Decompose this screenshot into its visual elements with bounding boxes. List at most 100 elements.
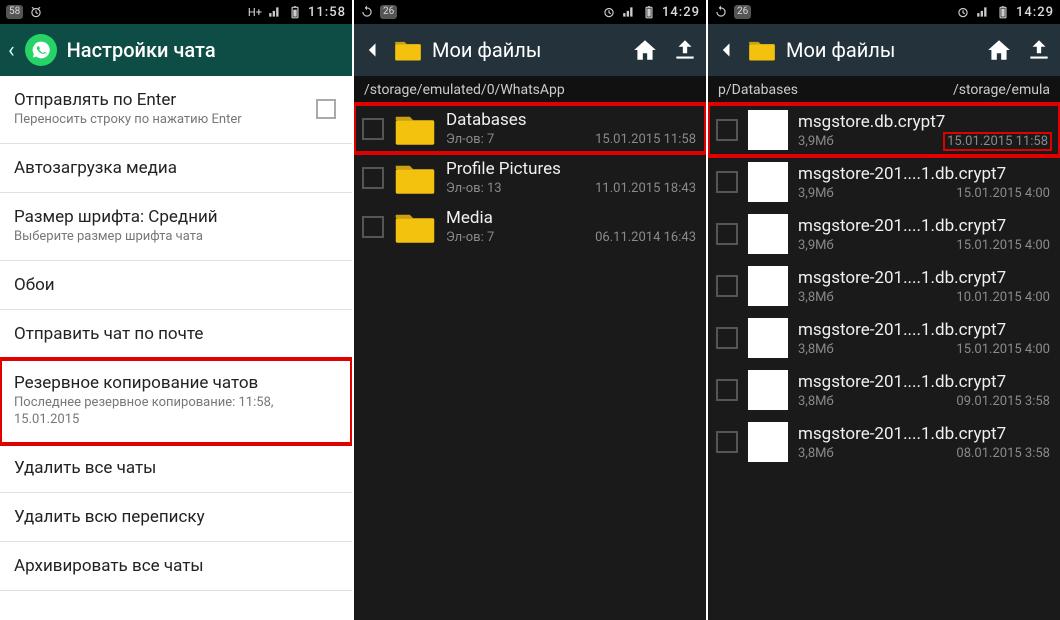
setting-title: Архивировать все чаты	[14, 556, 336, 576]
file-name: msgstore.db.crypt7	[798, 112, 1050, 132]
checkbox[interactable]	[316, 99, 336, 119]
setting-item[interactable]: Удалить всю переписку	[0, 493, 352, 542]
file-name: Media	[446, 208, 696, 228]
alarm-icon	[29, 5, 43, 19]
checkbox[interactable]	[362, 118, 384, 140]
back-icon[interactable]: ‹	[8, 38, 15, 63]
setting-title: Размер шрифта: Средний	[14, 207, 336, 227]
file-sub: 3,8Мб	[798, 394, 834, 409]
breadcrumb-right: /storage/emula	[953, 82, 1050, 98]
file-row[interactable]: msgstore-201....1.db.crypt73,8Мб10.01.20…	[708, 260, 1060, 312]
alarm-icon	[602, 5, 616, 19]
checkbox[interactable]	[362, 216, 384, 238]
file-name: msgstore-201....1.db.crypt7	[798, 268, 1050, 288]
file-icon	[748, 422, 788, 462]
battery-icon	[642, 5, 656, 19]
file-icon	[748, 214, 788, 254]
setting-item[interactable]: Удалить все чаты	[0, 444, 352, 493]
file-date: 15.01.2015 4:00	[956, 238, 1050, 253]
setting-item[interactable]: Автозагрузка медиа	[0, 144, 352, 193]
app-header: Мои файлы	[354, 24, 706, 76]
file-date: 15.01.2015 4:00	[956, 186, 1050, 201]
setting-title: Резервное копирование чатов	[14, 373, 336, 393]
settings-list: Отправлять по EnterПереносить строку по …	[0, 76, 352, 591]
file-name: msgstore-201....1.db.crypt7	[798, 372, 1050, 392]
checkbox[interactable]	[716, 431, 738, 453]
clock: 14:29	[662, 5, 700, 20]
setting-title: Удалить все чаты	[14, 458, 336, 478]
file-sub: 3,9Мб	[798, 186, 834, 201]
setting-title: Автозагрузка медиа	[14, 158, 336, 178]
file-list: msgstore.db.crypt73,9Мб15.01.2015 11:58m…	[708, 104, 1060, 468]
file-icon	[748, 318, 788, 358]
checkbox[interactable]	[716, 171, 738, 193]
signal-icon	[622, 5, 636, 19]
breadcrumb[interactable]: /storage/emulated/0/WhatsApp	[354, 76, 706, 104]
checkbox[interactable]	[716, 327, 738, 349]
alarm-icon	[956, 5, 970, 19]
clock: 14:29	[1016, 5, 1054, 20]
signal-icon	[976, 5, 990, 19]
setting-item[interactable]: Архивировать все чаты	[0, 542, 352, 591]
file-date: 06.11.2014 16:43	[595, 230, 696, 245]
file-icon	[748, 110, 788, 150]
battery-icon	[996, 5, 1010, 19]
file-row[interactable]: msgstore-201....1.db.crypt73,9Мб15.01.20…	[708, 208, 1060, 260]
setting-subtitle: Выберите размер шрифта чата	[14, 229, 336, 246]
home-icon[interactable]	[632, 37, 658, 63]
breadcrumb-left: p/Databases	[718, 82, 838, 98]
upload-icon[interactable]	[672, 37, 698, 63]
file-name: msgstore-201....1.db.crypt7	[798, 164, 1050, 184]
file-row[interactable]: msgstore-201....1.db.crypt73,8Мб08.01.20…	[708, 416, 1060, 468]
checkbox[interactable]	[716, 119, 738, 141]
file-sub: 3,8Мб	[798, 342, 834, 357]
app-header: Мои файлы	[708, 24, 1060, 76]
signal-icon	[268, 5, 282, 19]
file-sub: Эл-ов: 13	[446, 181, 502, 196]
setting-item[interactable]: Размер шрифта: Средний Выберите размер шр…	[0, 193, 352, 261]
file-date: 15.01.2015 11:58	[595, 132, 696, 147]
file-row[interactable]: msgstore.db.crypt73,9Мб15.01.2015 11:58	[708, 104, 1060, 156]
checkbox[interactable]	[716, 379, 738, 401]
screen-myfiles-databases: 26 14:29 Мои файлы	[708, 0, 1060, 620]
file-row[interactable]: DatabasesЭл-ов: 715.01.2015 11:58	[354, 104, 706, 153]
status-bar: 26 14:29	[708, 0, 1060, 24]
status-bar: 58 H+ 11:58	[0, 0, 352, 24]
home-icon[interactable]	[986, 37, 1012, 63]
breadcrumb[interactable]: p/Databases /storage/emula	[708, 76, 1060, 104]
file-sub: 3,8Мб	[798, 290, 834, 305]
screen-whatsapp-settings: 58 H+ 11:58 ‹ Настройки чата Отправлять …	[0, 0, 352, 620]
upload-icon[interactable]	[1026, 37, 1052, 63]
notification-badge: 26	[380, 5, 397, 19]
file-row[interactable]: MediaЭл-ов: 706.11.2014 16:43	[354, 202, 706, 251]
checkbox[interactable]	[362, 167, 384, 189]
page-title: Мои файлы	[432, 38, 622, 62]
clock: 11:58	[308, 5, 346, 20]
setting-item[interactable]: Обои	[0, 261, 352, 310]
file-icon	[748, 370, 788, 410]
file-sub: Эл-ов: 7	[446, 132, 494, 147]
file-sub: 3,8Мб	[798, 446, 834, 461]
battery-icon	[288, 5, 302, 19]
setting-subtitle: Переносить строку по нажатию Enter	[14, 112, 308, 129]
back-icon[interactable]	[716, 40, 738, 60]
app-header: ‹ Настройки чата	[0, 24, 352, 76]
sync-icon	[360, 5, 374, 19]
file-name: msgstore-201....1.db.crypt7	[798, 320, 1050, 340]
file-row[interactable]: msgstore-201....1.db.crypt73,8Мб09.01.20…	[708, 364, 1060, 416]
page-title: Мои файлы	[786, 38, 976, 62]
folder-icon	[394, 111, 436, 147]
checkbox[interactable]	[716, 275, 738, 297]
setting-item[interactable]: Резервное копирование чатовПоследнее рез…	[0, 359, 352, 444]
whatsapp-logo-icon	[25, 34, 57, 66]
setting-title: Отправить чат по почте	[14, 324, 336, 344]
setting-item[interactable]: Отправлять по EnterПереносить строку по …	[0, 76, 352, 144]
network-type: H+	[248, 6, 262, 19]
file-row[interactable]: Profile PicturesЭл-ов: 1311.01.2015 18:4…	[354, 153, 706, 202]
file-row[interactable]: msgstore-201....1.db.crypt73,8Мб15.01.20…	[708, 312, 1060, 364]
back-icon[interactable]	[362, 40, 384, 60]
setting-item[interactable]: Отправить чат по почте	[0, 310, 352, 359]
checkbox[interactable]	[716, 223, 738, 245]
file-row[interactable]: msgstore-201....1.db.crypt7 3,9Мб 15.01.20…	[708, 156, 1060, 208]
folder-icon	[394, 209, 436, 245]
